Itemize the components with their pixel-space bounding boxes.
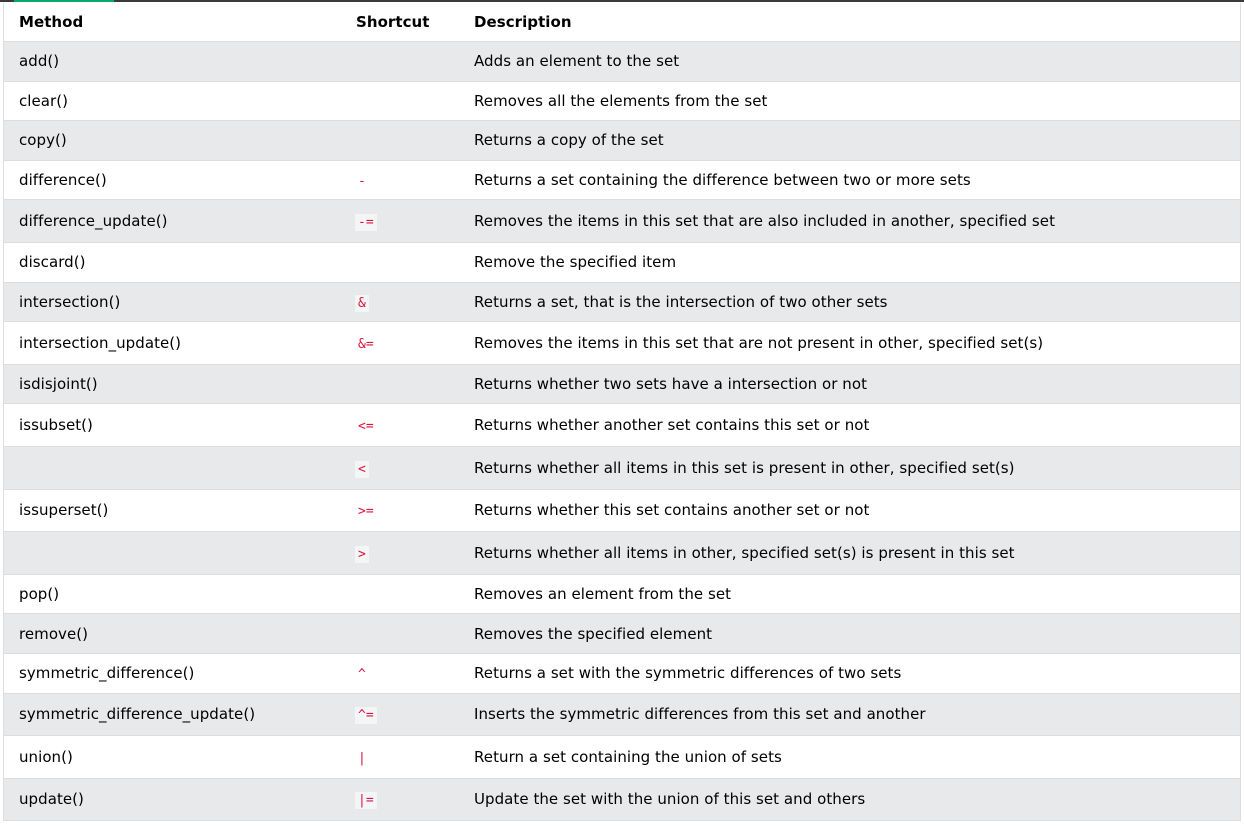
description-cell: Returns a set, that is the intersection …	[456, 282, 1240, 323]
shortcut-operator: >	[355, 545, 369, 563]
set-methods-table-container: Method Shortcut Description add() Adds an…	[3, 3, 1241, 822]
table-row: difference() - Returns a set containing th…	[4, 160, 1240, 201]
method-name-cell	[4, 531, 340, 575]
table-row: > Returns whether all items in other, spe…	[4, 531, 1240, 575]
top-border	[0, 0, 1244, 2]
table-row: copy() Returns a copy of the set	[4, 120, 1240, 161]
shortcut-cell: -=	[340, 199, 456, 243]
description-cell: Removes the items in this set that are a…	[456, 199, 1240, 243]
header-description: Description	[456, 3, 1240, 42]
shortcut-cell	[340, 81, 456, 122]
shortcut-operator: ^	[355, 666, 369, 684]
description-cell: Returns whether all items in this set is…	[456, 446, 1240, 490]
table-row: remove() Removes the specified element	[4, 613, 1240, 654]
table-row: difference_update() -= Removes the items i…	[4, 199, 1240, 243]
description-cell: Returns whether another set contains thi…	[456, 403, 1240, 447]
description-cell: Removes an element from the set	[456, 574, 1240, 615]
method-name-cell: intersection()	[4, 282, 340, 323]
description-cell: Inserts the symmetric differences from t…	[456, 693, 1240, 737]
description-cell: Returns whether two sets have a intersec…	[456, 364, 1240, 405]
table-row: symmetric_difference_update() ^= Inserts t…	[4, 693, 1240, 737]
shortcut-cell	[340, 120, 456, 161]
shortcut-cell: |	[340, 735, 456, 779]
method-name-cell	[4, 446, 340, 490]
shortcut-operator: &=	[355, 335, 377, 353]
shortcut-cell: &	[340, 282, 456, 323]
set-methods-table: Method Shortcut Description add() Adds an…	[4, 3, 1240, 822]
method-name-cell: difference()	[4, 160, 340, 201]
shortcut-operator: &	[355, 294, 369, 312]
method-name-cell: symmetric_difference_update()	[4, 693, 340, 737]
method-name-cell: isdisjoint()	[4, 364, 340, 405]
description-cell: Returns a set with the symmetric differe…	[456, 653, 1240, 694]
shortcut-operator: |	[355, 749, 369, 767]
table-body: add() Adds an element to the set clear() Re…	[4, 41, 1240, 822]
table-header-row: Method Shortcut Description	[4, 3, 1240, 42]
method-name-cell: pop()	[4, 574, 340, 615]
method-name-cell: difference_update()	[4, 199, 340, 243]
shortcut-cell: &=	[340, 321, 456, 365]
shortcut-operator: <=	[355, 418, 377, 436]
shortcut-cell	[340, 574, 456, 615]
description-cell: Returns a set containing the difference …	[456, 160, 1240, 201]
method-name-cell: discard()	[4, 242, 340, 283]
table-row: intersection_update() &= Removes the items…	[4, 321, 1240, 365]
shortcut-cell: <=	[340, 403, 456, 447]
description-cell: Return a set containing the union of set…	[456, 735, 1240, 779]
table-row: add() Adds an element to the set	[4, 41, 1240, 82]
description-cell: Remove the specified item	[456, 242, 1240, 283]
shortcut-cell	[340, 242, 456, 283]
table-row: isdisjoint() Returns whether two sets hav…	[4, 364, 1240, 405]
table-row: discard() Remove the specified item	[4, 242, 1240, 283]
description-cell: Removes all the elements from the set	[456, 81, 1240, 122]
shortcut-cell	[340, 41, 456, 82]
shortcut-operator: -=	[355, 214, 377, 232]
shortcut-cell: >	[340, 531, 456, 575]
description-cell: Removes the items in this set that are n…	[456, 321, 1240, 365]
shortcut-operator: -	[355, 173, 369, 191]
table-row: symmetric_difference() ^ Returns a set wit…	[4, 653, 1240, 694]
method-name-cell: intersection_update()	[4, 321, 340, 365]
table-row: clear() Removes all the elements from the…	[4, 81, 1240, 122]
table-row: union() | Return a set containing the unio…	[4, 735, 1240, 779]
shortcut-cell: ^=	[340, 693, 456, 737]
method-name-cell: issuperset()	[4, 489, 340, 533]
shortcut-cell	[340, 613, 456, 654]
shortcut-operator: <	[355, 460, 369, 478]
shortcut-cell: <	[340, 446, 456, 490]
shortcut-operator: |=	[355, 792, 377, 810]
method-name-cell: union()	[4, 735, 340, 779]
description-cell: Adds an element to the set	[456, 41, 1240, 82]
description-cell: Returns whether this set contains anothe…	[456, 489, 1240, 533]
method-name-cell: remove()	[4, 613, 340, 654]
method-name-cell: clear()	[4, 81, 340, 122]
method-name-cell: symmetric_difference()	[4, 653, 340, 694]
header-shortcut: Shortcut	[340, 3, 456, 42]
table-row: issuperset() >= Returns whether this set c…	[4, 489, 1240, 533]
table-row: intersection() & Returns a set, that is th…	[4, 282, 1240, 323]
shortcut-cell	[340, 364, 456, 405]
method-name-cell: issubset()	[4, 403, 340, 447]
table-row: issubset() <= Returns whether another set …	[4, 403, 1240, 447]
method-name-cell: update()	[4, 778, 340, 822]
table-row: pop() Removes an element from the set	[4, 574, 1240, 615]
shortcut-operator: ^=	[355, 707, 377, 725]
description-cell: Returns whether all items in other, spec…	[456, 531, 1240, 575]
shortcut-operator: >=	[355, 503, 377, 521]
method-name-cell: add()	[4, 41, 340, 82]
method-name-cell: copy()	[4, 120, 340, 161]
description-cell: Removes the specified element	[456, 613, 1240, 654]
shortcut-cell: |=	[340, 778, 456, 822]
top-accent-bar	[14, 0, 114, 2]
shortcut-cell: -	[340, 160, 456, 201]
header-method: Method	[4, 3, 340, 42]
table-row: < Returns whether all items in this set i…	[4, 446, 1240, 490]
shortcut-cell: ^	[340, 653, 456, 694]
description-cell: Update the set with the union of this se…	[456, 778, 1240, 822]
table-row: update() |= Update the set with the union …	[4, 778, 1240, 822]
shortcut-cell: >=	[340, 489, 456, 533]
description-cell: Returns a copy of the set	[456, 120, 1240, 161]
